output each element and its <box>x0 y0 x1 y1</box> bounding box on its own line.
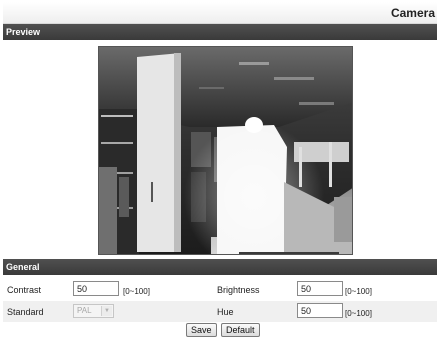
brightness-label: Brightness <box>217 285 260 295</box>
page-title: Camera <box>390 6 435 20</box>
brightness-input[interactable] <box>297 281 343 296</box>
default-button[interactable]: Default <box>221 323 260 337</box>
contrast-range: [0~100] <box>123 287 150 296</box>
hue-label: Hue <box>217 307 234 317</box>
save-button[interactable]: Save <box>186 323 217 337</box>
standard-label: Standard <box>7 307 44 317</box>
camera-settings-page: Camera Preview General Contrast 50 [0~10… <box>0 0 438 360</box>
general-settings: Contrast [0~100] Brightness [0~100] Stan… <box>3 275 437 360</box>
hue-input[interactable] <box>297 303 343 318</box>
camera-feed-image <box>99 47 352 254</box>
general-section-header: General <box>3 259 437 275</box>
chevron-down-icon: ▼ <box>101 306 112 316</box>
standard-select-value: PAL <box>77 306 92 315</box>
standard-select[interactable]: PAL ▼ <box>73 304 114 318</box>
title-bar: Camera <box>3 2 437 24</box>
preview-area <box>3 40 437 258</box>
form-row-contrast-brightness: Contrast [0~100] Brightness [0~100] <box>3 279 437 300</box>
camera-video-preview <box>98 46 353 255</box>
general-section-label: General <box>6 262 40 272</box>
form-row-buttons: Save Default <box>3 323 437 341</box>
preview-section-header: Preview <box>3 24 437 40</box>
brightness-range: [0~100] <box>345 287 372 296</box>
form-row-standard-hue: Standard PAL ▼ Hue [0~100] <box>3 301 437 322</box>
contrast-label: Contrast <box>7 285 42 295</box>
contrast-input[interactable] <box>73 281 119 296</box>
preview-section-label: Preview <box>6 27 41 37</box>
hue-range: [0~100] <box>345 309 372 318</box>
